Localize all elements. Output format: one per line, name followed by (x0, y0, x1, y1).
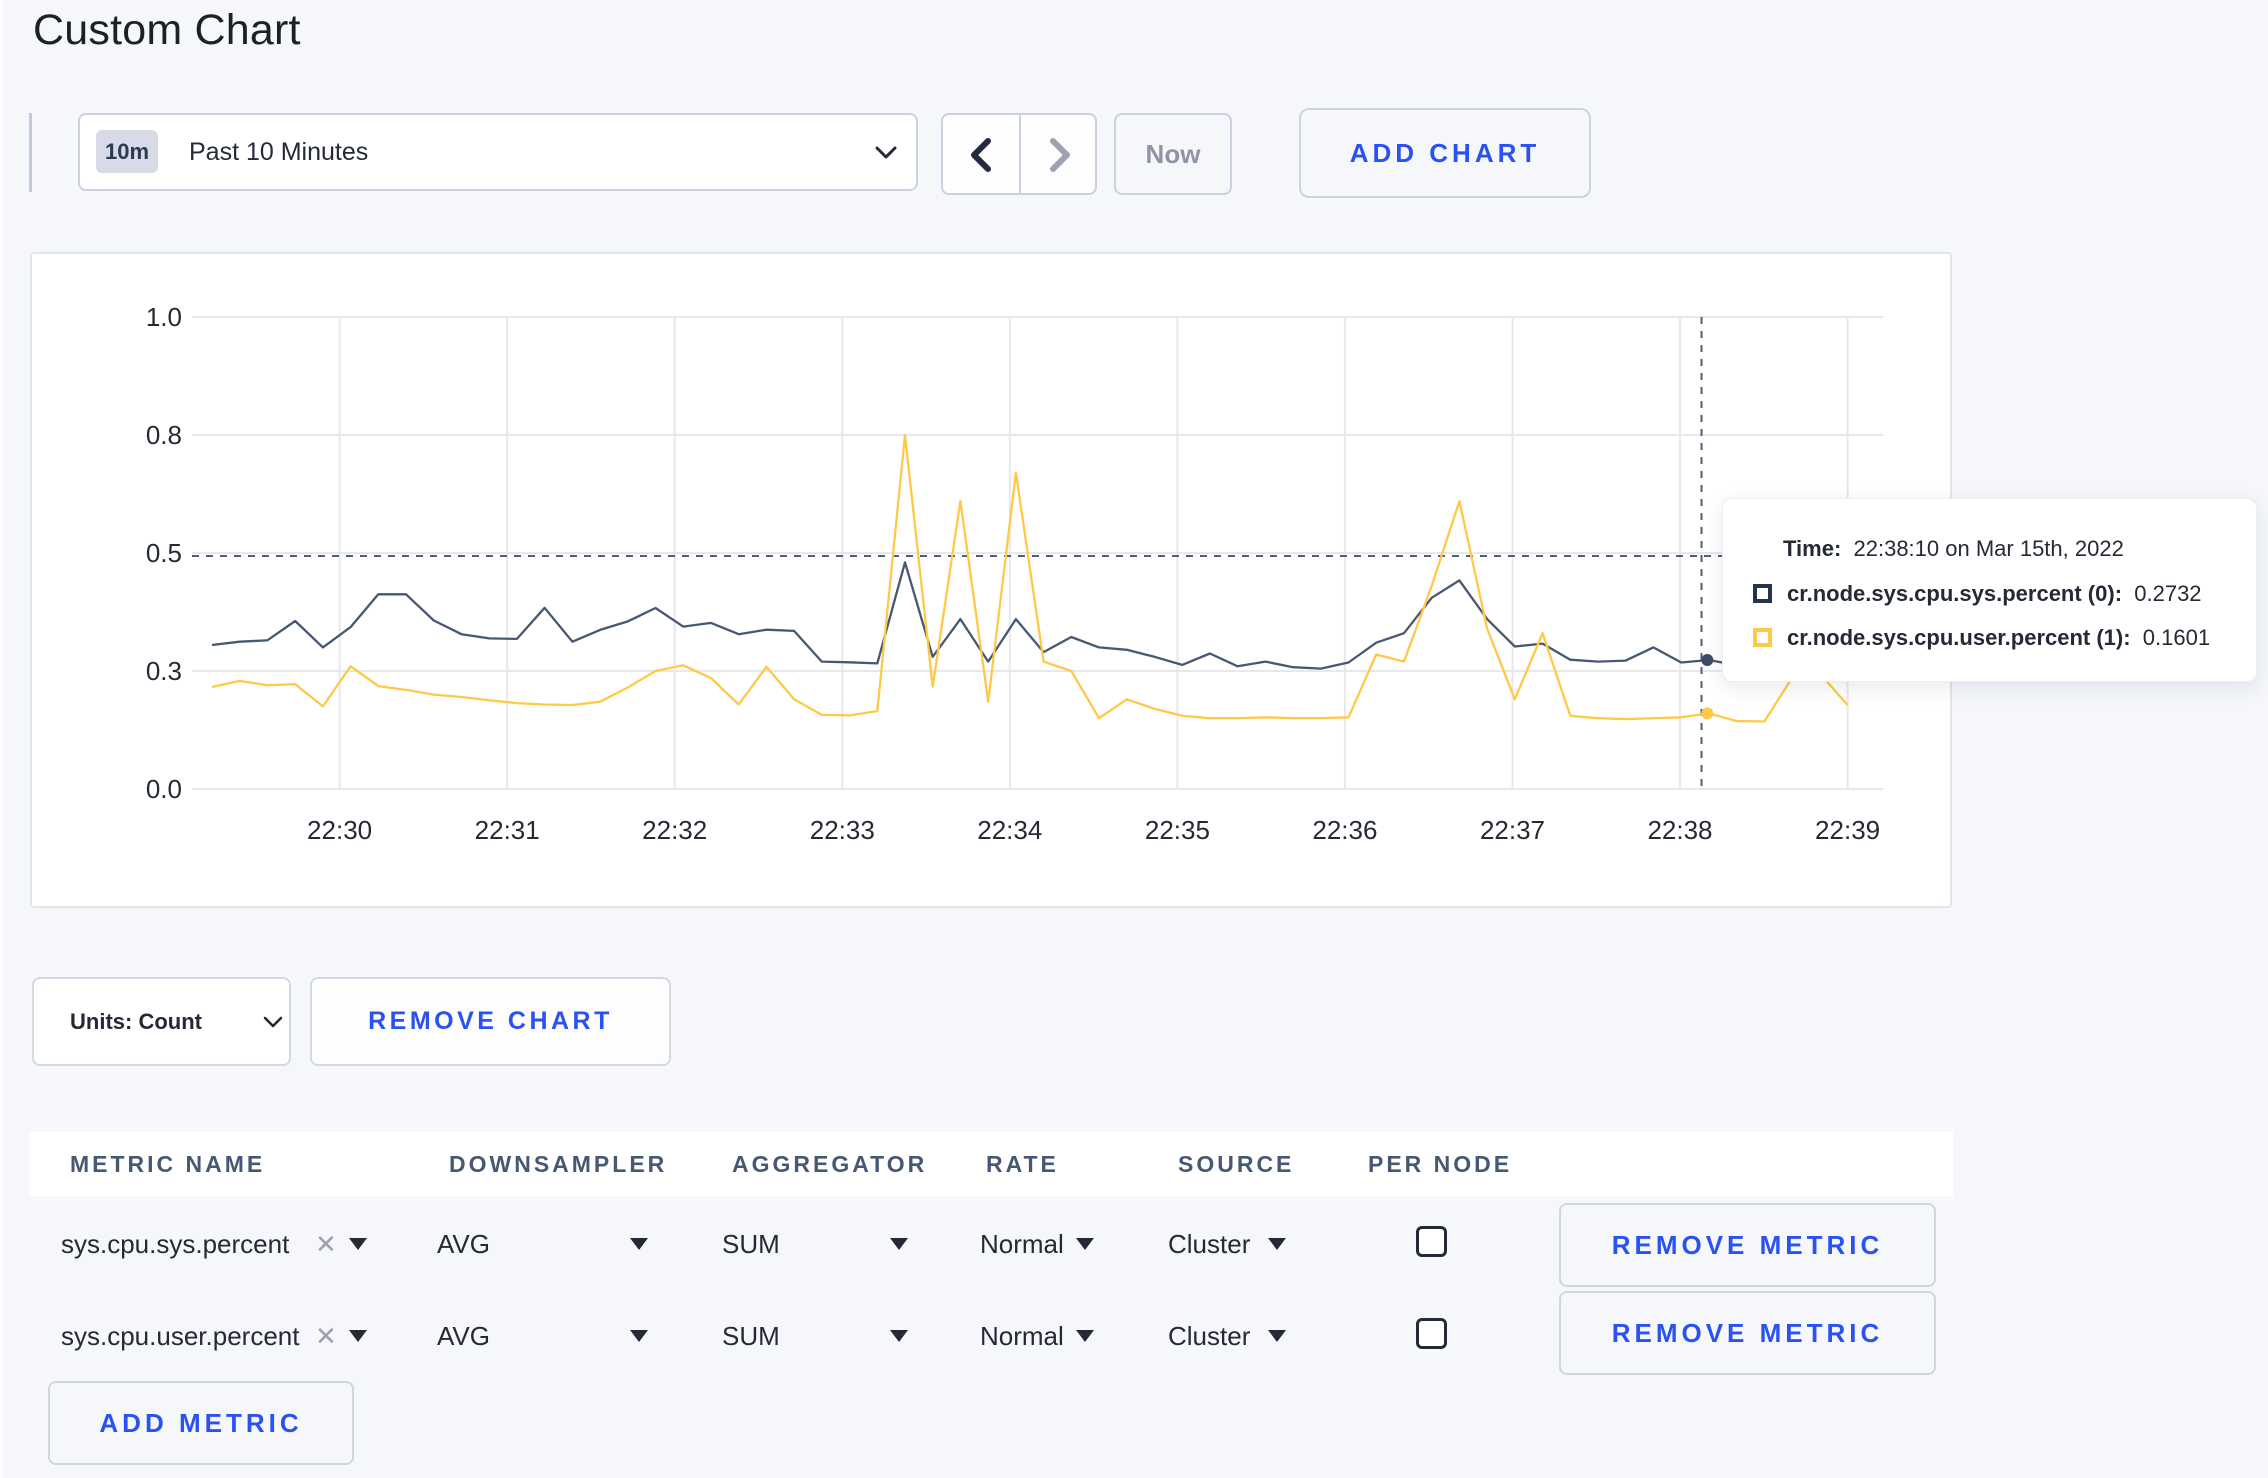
svg-text:1.0: 1.0 (146, 302, 182, 332)
svg-text:22:37: 22:37 (1480, 815, 1545, 845)
svg-text:0.3: 0.3 (146, 656, 182, 686)
svg-text:0.8: 0.8 (146, 420, 182, 450)
svg-text:22:30: 22:30 (307, 815, 372, 845)
svg-text:22:33: 22:33 (810, 815, 875, 845)
svg-text:22:32: 22:32 (642, 815, 707, 845)
svg-text:22:35: 22:35 (1145, 815, 1210, 845)
svg-text:0.5: 0.5 (146, 538, 182, 568)
svg-text:22:31: 22:31 (475, 815, 540, 845)
svg-text:22:36: 22:36 (1312, 815, 1377, 845)
svg-text:22:34: 22:34 (977, 815, 1042, 845)
svg-text:0.0: 0.0 (146, 774, 182, 804)
svg-text:22:39: 22:39 (1815, 815, 1880, 845)
svg-text:22:38: 22:38 (1647, 815, 1712, 845)
